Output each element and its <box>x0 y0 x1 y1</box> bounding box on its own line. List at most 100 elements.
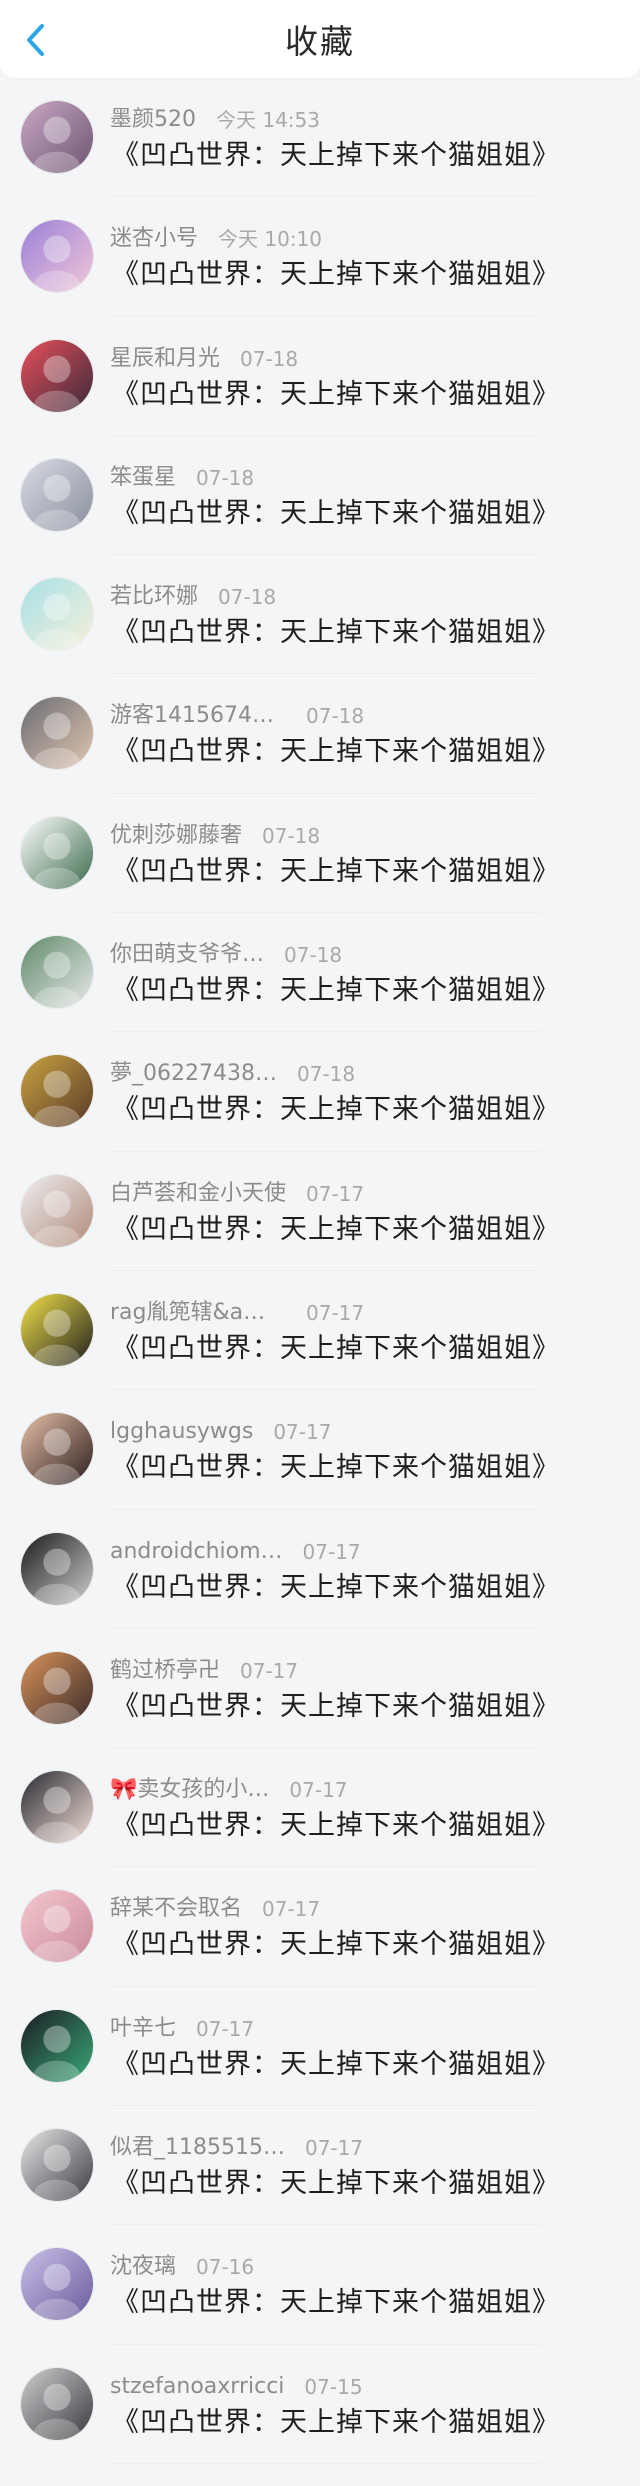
timestamp: 07-18 <box>306 704 365 729</box>
list-item[interactable]: lgghausywgs 07-17 《凹凸世界：天上掉下来个猫姐姐》 <box>0 1390 640 1510</box>
username[interactable]: rag胤篼辖&am… <box>110 1298 286 1328</box>
avatar[interactable] <box>20 1531 94 1606</box>
item-meta: lgghausywgs 07-17 <box>110 1417 331 1447</box>
favorited-title[interactable]: 《凹凸世界：天上掉下来个猫姐姐》 <box>112 1092 560 1128</box>
avatar[interactable] <box>20 696 94 771</box>
username[interactable]: 若比环娜 <box>110 582 198 612</box>
favorited-title[interactable]: 《凹凸世界：天上掉下来个猫姐姐》 <box>112 2285 560 2321</box>
avatar[interactable] <box>20 1173 94 1248</box>
username[interactable]: 🎀卖女孩的小… <box>110 1775 269 1805</box>
avatar[interactable] <box>20 2008 94 2083</box>
avatar[interactable] <box>20 2366 94 2441</box>
favorited-title[interactable]: 《凹凸世界：天上掉下来个猫姐姐》 <box>112 973 560 1009</box>
favorited-title[interactable]: 《凹凸世界：天上掉下来个猫姐姐》 <box>112 1331 560 1367</box>
username[interactable]: 夢_06227438… <box>110 1059 277 1089</box>
favorited-title[interactable]: 《凹凸世界：天上掉下来个猫姐姐》 <box>112 1927 560 1963</box>
avatar[interactable] <box>20 577 94 652</box>
list-item[interactable]: 叶辛七 07-17 《凹凸世界：天上掉下来个猫姐姐》 <box>0 1987 640 2107</box>
favorited-title[interactable]: 《凹凸世界：天上掉下来个猫姐姐》 <box>112 734 560 770</box>
favorited-title[interactable]: 《凹凸世界：天上掉下来个猫姐姐》 <box>112 1212 560 1248</box>
list-item[interactable]: 优刺莎娜藤奢 07-18 《凹凸世界：天上掉下来个猫姐姐》 <box>0 794 640 914</box>
username[interactable]: 你田萌支爷爷… <box>110 940 264 970</box>
avatar-image <box>21 458 93 531</box>
list-item[interactable]: 迷杏小号 今天 10:10 《凹凸世界：天上掉下来个猫姐姐》 <box>0 197 640 317</box>
avatar[interactable] <box>20 2247 94 2322</box>
list-item[interactable]: 夢_06227438… 07-18 《凹凸世界：天上掉下来个猫姐姐》 <box>0 1032 640 1152</box>
item-meta: 笨蛋星 07-18 <box>110 463 254 493</box>
favorited-title[interactable]: 《凹凸世界：天上掉下来个猫姐姐》 <box>112 2166 560 2202</box>
favorited-title[interactable]: 《凹凸世界：天上掉下来个猫姐姐》 <box>112 1689 560 1725</box>
item-meta: 似君_1185515… 07-17 <box>110 2133 363 2163</box>
avatar[interactable] <box>20 815 94 890</box>
list-item[interactable]: 🎀卖女孩的小… 07-17 《凹凸世界：天上掉下来个猫姐姐》 <box>0 1748 640 1868</box>
list-item[interactable]: rag胤篼辖&am… 07-17 《凹凸世界：天上掉下来个猫姐姐》 <box>0 1271 640 1391</box>
avatar[interactable] <box>20 338 94 413</box>
list-item[interactable]: 游客1415674893 07-18 《凹凸世界：天上掉下来个猫姐姐》 <box>0 674 640 794</box>
timestamp: 07-18 <box>240 346 299 371</box>
timestamp: 07-17 <box>306 1181 365 1206</box>
favorited-title[interactable]: 《凹凸世界：天上掉下来个猫姐姐》 <box>112 2047 560 2083</box>
username[interactable]: 游客1415674893 <box>110 701 286 731</box>
avatar[interactable] <box>20 1412 94 1487</box>
username[interactable]: 白芦荟和金小天使 <box>110 1179 286 1209</box>
timestamp: 今天 14:53 <box>216 108 320 132</box>
favorited-title[interactable]: 《凹凸世界：天上掉下来个猫姐姐》 <box>112 1570 560 1606</box>
timestamp: 07-18 <box>262 823 321 848</box>
username[interactable]: 辞某不会取名 <box>110 1894 242 1924</box>
favorited-title[interactable]: 《凹凸世界：天上掉下来个猫姐姐》 <box>112 2405 560 2441</box>
avatar[interactable] <box>20 219 94 294</box>
favorited-title[interactable]: 《凹凸世界：天上掉下来个猫姐姐》 <box>112 377 560 413</box>
list-item[interactable]: 沈夜璃 07-16 《凹凸世界：天上掉下来个猫姐姐》 <box>0 2225 640 2345</box>
favorited-title[interactable]: 《凹凸世界：天上掉下来个猫姐姐》 <box>112 615 560 651</box>
avatar[interactable] <box>20 935 94 1010</box>
list-item[interactable]: 辞某不会取名 07-17 《凹凸世界：天上掉下来个猫姐姐》 <box>0 1867 640 1987</box>
list-item[interactable]: androidchiom… 07-17 《凹凸世界：天上掉下来个猫姐姐》 <box>0 1510 640 1629</box>
avatar[interactable] <box>20 100 94 174</box>
item-meta: androidchiom… 07-17 <box>110 1537 361 1567</box>
username[interactable]: stzefanoaxrricci <box>110 2372 284 2402</box>
list-item[interactable]: 似君_1185515… 07-17 《凹凸世界：天上掉下来个猫姐姐》 <box>0 2106 640 2226</box>
timestamp: 今天 10:10 <box>218 227 323 252</box>
favorited-title[interactable]: 《凹凸世界：天上掉下来个猫姐姐》 <box>112 854 560 890</box>
list-item[interactable]: 若比环娜 07-18 《凹凸世界：天上掉下来个猫姐姐》 <box>0 555 640 675</box>
page-title: 收藏 <box>285 22 355 61</box>
list-item[interactable]: stzefanoaxrricci 07-15 《凹凸世界：天上掉下来个猫姐姐》 <box>0 2345 640 2464</box>
avatar-image <box>21 2009 93 2082</box>
list-item[interactable]: 你田萌支爷爷… 07-18 《凹凸世界：天上掉下来个猫姐姐》 <box>0 913 640 1033</box>
list-item[interactable]: 白芦荟和金小天使 07-17 《凹凸世界：天上掉下来个猫姐姐》 <box>0 1152 640 1271</box>
avatar-image <box>21 578 93 651</box>
favorited-title[interactable]: 《凹凸世界：天上掉下来个猫姐姐》 <box>112 257 560 293</box>
avatar[interactable] <box>20 2128 94 2203</box>
username[interactable]: 叶辛七 <box>110 2014 176 2044</box>
favorited-title[interactable]: 《凹凸世界：天上掉下来个猫姐姐》 <box>112 138 560 174</box>
avatar[interactable] <box>20 1889 94 1964</box>
timestamp: 07-17 <box>240 1658 299 1683</box>
list-item[interactable]: 鹤过桥亭卍 07-17 《凹凸世界：天上掉下来个猫姐姐》 <box>0 1629 640 1749</box>
avatar-image <box>21 1174 93 1247</box>
avatar[interactable] <box>20 1770 94 1845</box>
favorited-title[interactable]: 《凹凸世界：天上掉下来个猫姐姐》 <box>112 1808 560 1844</box>
item-meta: 游客1415674893 07-18 <box>110 701 364 731</box>
username[interactable]: 迷杏小号 <box>110 224 198 254</box>
list-item[interactable]: 墨颜520 今天 14:53 《凹凸世界：天上掉下来个猫姐姐》 <box>0 78 640 198</box>
username[interactable]: 星辰和月光 <box>110 344 220 374</box>
username[interactable]: 鹤过桥亭卍 <box>110 1656 220 1686</box>
timestamp: 07-17 <box>304 2136 364 2161</box>
username[interactable]: 优刺莎娜藤奢 <box>110 821 242 851</box>
list-item[interactable]: 星辰和月光 07-18 《凹凸世界：天上掉下来个猫姐姐》 <box>0 317 640 436</box>
avatar[interactable] <box>20 457 94 532</box>
username[interactable]: 墨颜520 <box>110 105 196 135</box>
avatar[interactable] <box>20 1292 94 1367</box>
favorited-title[interactable]: 《凹凸世界：天上掉下来个猫姐姐》 <box>112 1450 560 1486</box>
list-item[interactable]: 笨蛋星 07-18 《凹凸世界：天上掉下来个猫姐姐》 <box>0 436 640 556</box>
username[interactable]: androidchiom… <box>110 1537 283 1567</box>
avatar[interactable] <box>20 1054 94 1129</box>
username[interactable]: 似君_1185515… <box>110 2133 285 2163</box>
favorited-title[interactable]: 《凹凸世界：天上掉下来个猫姐姐》 <box>112 496 560 532</box>
divider <box>110 2462 540 2464</box>
username[interactable]: lgghausywgs <box>110 1417 253 1447</box>
username[interactable]: 笨蛋星 <box>110 463 176 493</box>
username[interactable]: 沈夜璃 <box>110 2252 176 2282</box>
avatar[interactable] <box>20 1650 94 1725</box>
item-meta: 若比环娜 07-18 <box>110 582 276 612</box>
